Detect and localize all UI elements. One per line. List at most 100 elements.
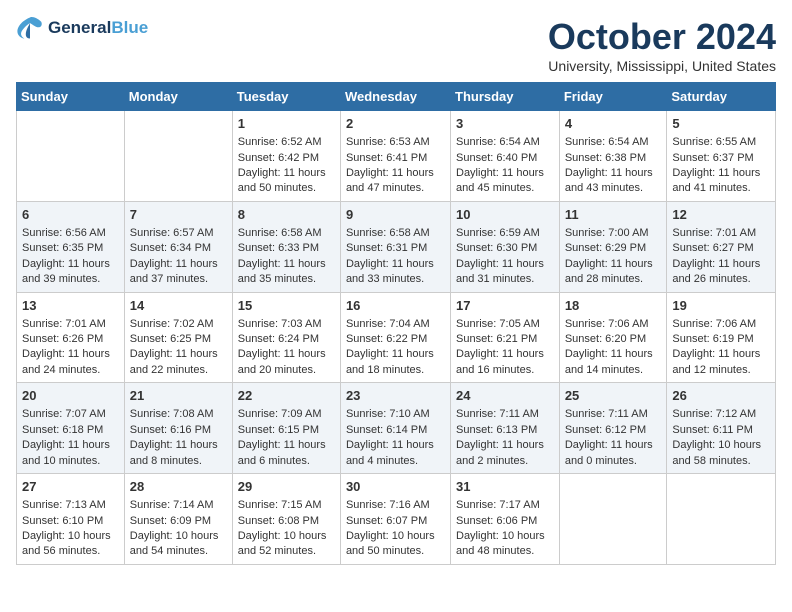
day-number: 3: [456, 115, 554, 133]
cell-info: Sunrise: 7:15 AM: [238, 498, 335, 513]
cell-info: Sunrise: 7:06 AM: [565, 317, 662, 332]
cell-info: Daylight: 11 hours and 47 minutes.: [346, 166, 445, 197]
day-number: 13: [22, 297, 119, 315]
calendar-header-row: SundayMondayTuesdayWednesdayThursdayFrid…: [17, 83, 776, 111]
calendar-cell: 14 Sunrise: 7:02 AMSunset: 6:25 PMDayligh…: [124, 292, 232, 383]
day-number: 5: [672, 115, 770, 133]
calendar-week-row: 6Sunrise: 6:56 AMSunset: 6:35 PMDaylight…: [17, 201, 776, 292]
calendar-body: 1Sunrise: 6:52 AMSunset: 6:42 PMDaylight…: [17, 111, 776, 565]
cell-info: Sunrise: 6:58 AM: [238, 226, 335, 241]
cell-info: Sunrise: 6:55 AM: [672, 135, 770, 150]
cell-info: Daylight: 11 hours and 10 minutes.: [22, 438, 119, 469]
cell-info: Daylight: 11 hours and 50 minutes.: [238, 166, 335, 197]
cell-info: Sunset: 6:14 PM: [346, 423, 445, 438]
logo: GeneralBlue: [16, 16, 148, 40]
day-number: 12: [672, 206, 770, 224]
cell-info: Sunrise: 7:00 AM: [565, 226, 662, 241]
cell-info: Sunset: 6:08 PM: [238, 514, 335, 529]
calendar-cell: 23 Sunrise: 7:10 AMSunset: 6:14 PMDayligh…: [340, 383, 450, 474]
cell-info: Sunset: 6:31 PM: [346, 241, 445, 256]
calendar-cell: 2Sunrise: 6:53 AMSunset: 6:41 PMDaylight…: [340, 111, 450, 202]
day-number: 28: [130, 478, 227, 496]
day-number: 21: [130, 387, 227, 405]
cell-info: Daylight: 11 hours and 26 minutes.: [672, 257, 770, 288]
cell-info: Sunset: 6:07 PM: [346, 514, 445, 529]
cell-info: Sunset: 6:30 PM: [456, 241, 554, 256]
cell-info: Sunrise: 7:17 AM: [456, 498, 554, 513]
day-number: 23: [346, 387, 445, 405]
calendar-cell: 28Sunrise: 7:14 AMSunset: 6:09 PMDayligh…: [124, 474, 232, 565]
calendar-cell: 20Sunrise: 7:07 AMSunset: 6:18 PMDayligh…: [17, 383, 125, 474]
calendar-cell: 25Sunrise: 7:11 AMSunset: 6:12 PMDayligh…: [559, 383, 667, 474]
day-number: 16: [346, 297, 445, 315]
cell-info: Sunset: 6:27 PM: [672, 241, 770, 256]
cell-info: Sunset: 6:41 PM: [346, 151, 445, 166]
cell-info: Sunrise: 7:02 AM: [130, 317, 227, 332]
weekday-header: Tuesday: [232, 83, 340, 111]
day-number: 14: [130, 297, 227, 315]
calendar-cell: 3Sunrise: 6:54 AMSunset: 6:40 PMDaylight…: [451, 111, 560, 202]
cell-info: Daylight: 11 hours and 28 minutes.: [565, 257, 662, 288]
cell-info: Sunrise: 7:06 AM: [672, 317, 770, 332]
calendar-cell: 9Sunrise: 6:58 AMSunset: 6:31 PMDaylight…: [340, 201, 450, 292]
calendar-cell: 10Sunrise: 6:59 AMSunset: 6:30 PMDayligh…: [451, 201, 560, 292]
day-number: 7: [130, 206, 227, 224]
cell-info: Sunset: 6:25 PM: [130, 332, 227, 347]
calendar-cell: 7Sunrise: 6:57 AMSunset: 6:34 PMDaylight…: [124, 201, 232, 292]
cell-info: Daylight: 10 hours and 52 minutes.: [238, 529, 335, 560]
calendar-cell: 17Sunrise: 7:05 AMSunset: 6:21 PMDayligh…: [451, 292, 560, 383]
logo-icon: [16, 16, 44, 40]
cell-info: Sunset: 6:22 PM: [346, 332, 445, 347]
calendar-cell: 22Sunrise: 7:09 AMSunset: 6:15 PMDayligh…: [232, 383, 340, 474]
cell-info: Daylight: 11 hours and 37 minutes.: [130, 257, 227, 288]
page-header: GeneralBlue October 2024 University, Mis…: [16, 16, 776, 74]
calendar-cell: 4 Sunrise: 6:54 AMSunset: 6:38 PMDaylight…: [559, 111, 667, 202]
calendar-cell: [17, 111, 125, 202]
cell-info: Sunrise: 7:12 AM: [672, 407, 770, 422]
cell-info: Daylight: 11 hours and 33 minutes.: [346, 257, 445, 288]
calendar-cell: 6Sunrise: 6:56 AMSunset: 6:35 PMDaylight…: [17, 201, 125, 292]
cell-info: Sunrise: 7:10 AM: [346, 407, 445, 422]
cell-info: Daylight: 11 hours and 43 minutes.: [565, 166, 662, 197]
calendar-cell: 15Sunrise: 7:03 AMSunset: 6:24 PMDayligh…: [232, 292, 340, 383]
cell-info: Sunrise: 6:56 AM: [22, 226, 119, 241]
cell-info: Daylight: 11 hours and 24 minutes.: [22, 347, 119, 378]
cell-info: Daylight: 11 hours and 22 minutes.: [130, 347, 227, 378]
calendar-cell: 26Sunrise: 7:12 AMSunset: 6:11 PMDayligh…: [667, 383, 776, 474]
calendar-cell: 27Sunrise: 7:13 AMSunset: 6:10 PMDayligh…: [17, 474, 125, 565]
cell-info: Sunrise: 7:09 AM: [238, 407, 335, 422]
cell-info: Sunset: 6:40 PM: [456, 151, 554, 166]
cell-info: Sunset: 6:24 PM: [238, 332, 335, 347]
cell-info: Daylight: 11 hours and 6 minutes.: [238, 438, 335, 469]
day-number: 1: [238, 115, 335, 133]
day-number: 4: [565, 115, 662, 133]
calendar-table: SundayMondayTuesdayWednesdayThursdayFrid…: [16, 82, 776, 565]
calendar-cell: [559, 474, 667, 565]
weekday-header: Saturday: [667, 83, 776, 111]
day-number: 24: [456, 387, 554, 405]
cell-info: Sunset: 6:12 PM: [565, 423, 662, 438]
day-number: 11: [565, 206, 662, 224]
cell-info: Sunset: 6:42 PM: [238, 151, 335, 166]
day-number: 6: [22, 206, 119, 224]
cell-info: Sunset: 6:33 PM: [238, 241, 335, 256]
cell-info: Sunrise: 7:07 AM: [22, 407, 119, 422]
cell-info: Sunset: 6:38 PM: [565, 151, 662, 166]
cell-info: Sunset: 6:13 PM: [456, 423, 554, 438]
cell-info: Daylight: 11 hours and 4 minutes.: [346, 438, 445, 469]
cell-info: Sunrise: 6:54 AM: [456, 135, 554, 150]
cell-info: Sunset: 6:16 PM: [130, 423, 227, 438]
day-number: 18: [565, 297, 662, 315]
weekday-header: Wednesday: [340, 83, 450, 111]
calendar-cell: 21Sunrise: 7:08 AMSunset: 6:16 PMDayligh…: [124, 383, 232, 474]
cell-info: Sunset: 6:20 PM: [565, 332, 662, 347]
day-number: 31: [456, 478, 554, 496]
cell-info: Daylight: 11 hours and 2 minutes.: [456, 438, 554, 469]
cell-info: Daylight: 11 hours and 35 minutes.: [238, 257, 335, 288]
calendar-cell: 16Sunrise: 7:04 AMSunset: 6:22 PMDayligh…: [340, 292, 450, 383]
cell-info: Sunrise: 6:54 AM: [565, 135, 662, 150]
day-number: 29: [238, 478, 335, 496]
cell-info: Sunset: 6:19 PM: [672, 332, 770, 347]
day-number: 30: [346, 478, 445, 496]
calendar-cell: 24Sunrise: 7:11 AMSunset: 6:13 PMDayligh…: [451, 383, 560, 474]
